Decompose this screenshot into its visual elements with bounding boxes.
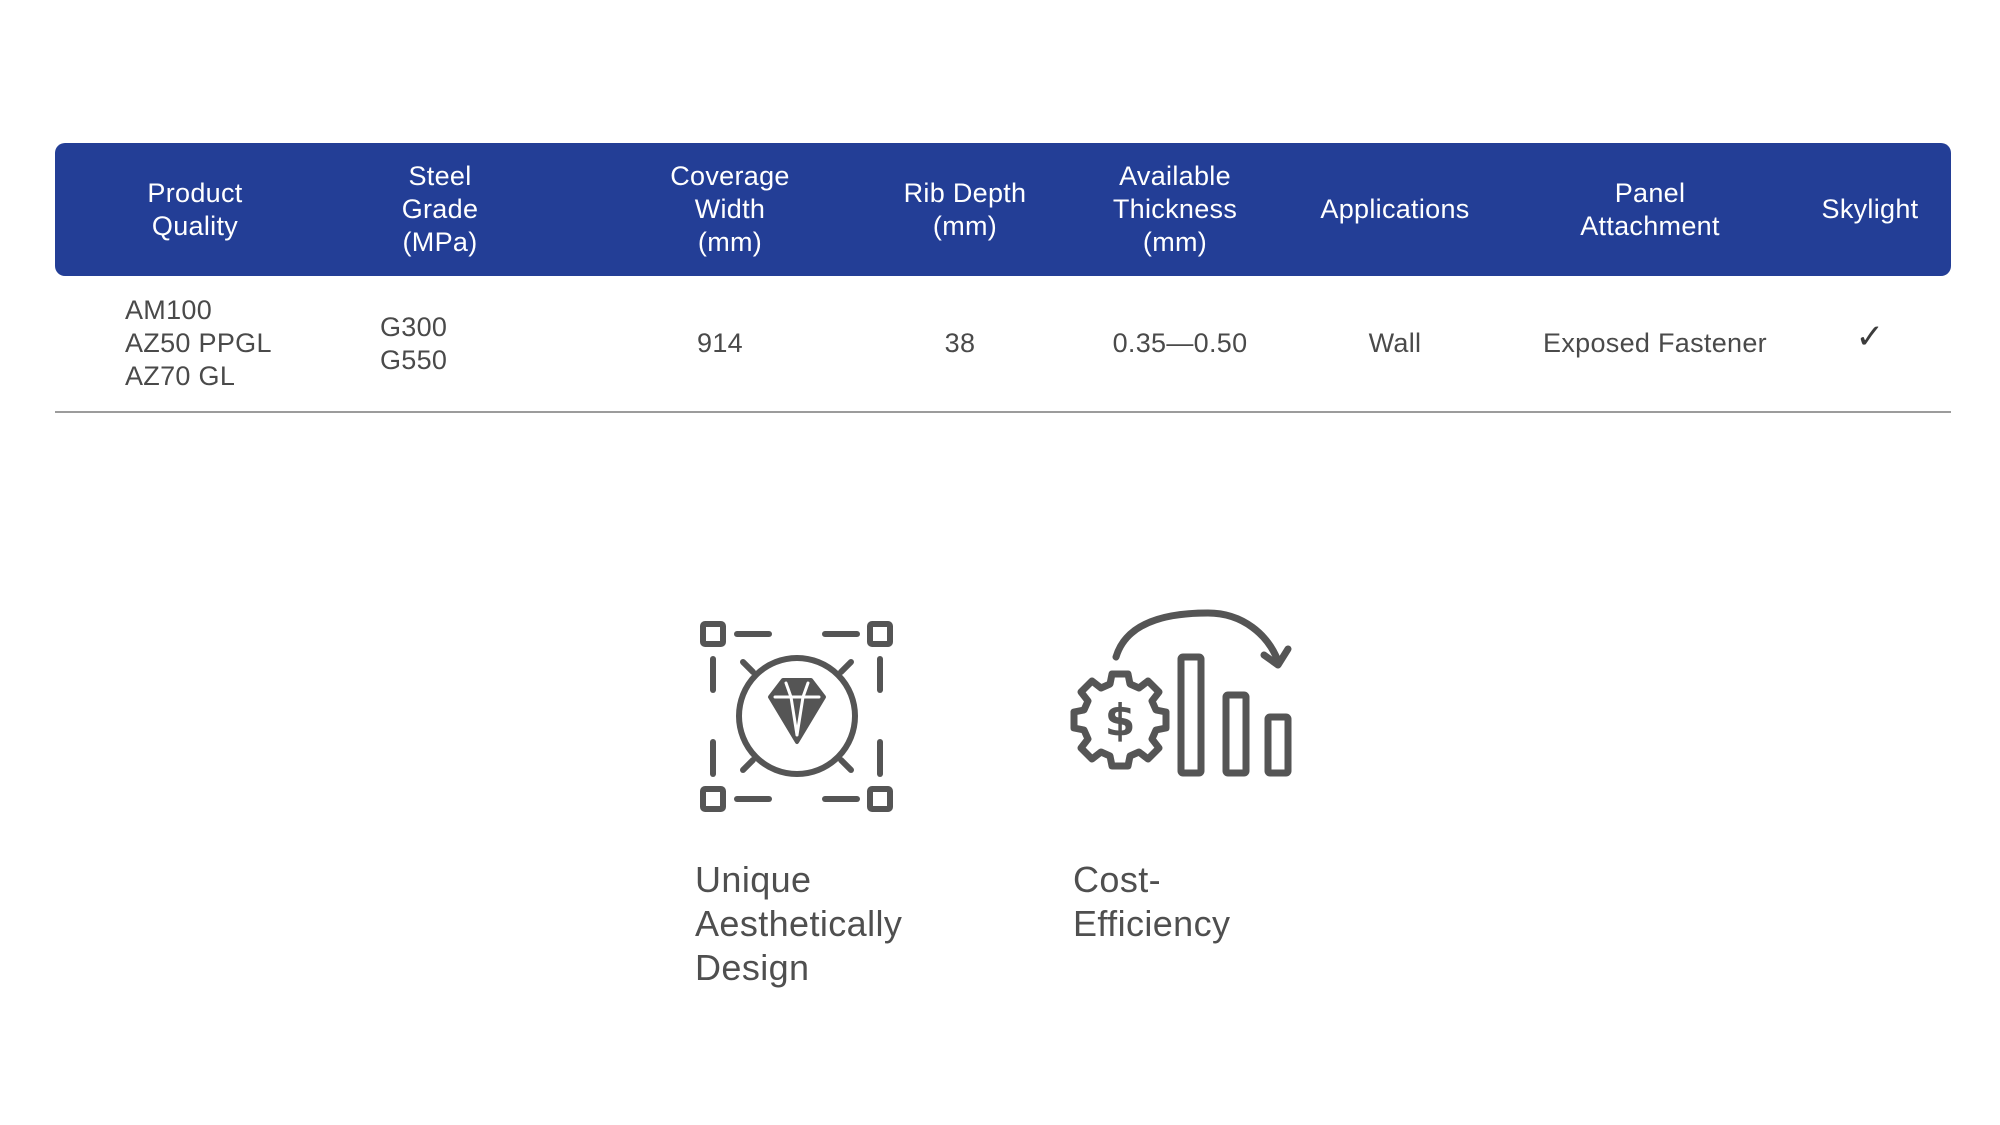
cell-coverage-width: 914 — [697, 328, 743, 358]
table-row: AM100 AZ50 PPGL AZ70 GL G300 G550 914 38… — [55, 276, 1951, 413]
spec-table: Product Quality Steel Grade (MPa) Covera… — [55, 143, 1951, 413]
header-skylight: Skylight — [1821, 194, 1919, 224]
table-header: Product Quality Steel Grade (MPa) Covera… — [55, 143, 1951, 276]
header-steel-grade: Steel Grade (MPa) — [401, 161, 479, 257]
feature-label-cost-efficiency: Cost-Efficiency — [1073, 859, 1231, 944]
cost-efficiency-icon: $ — [1070, 609, 1292, 777]
cell-rib-depth: 38 — [944, 328, 976, 358]
header-coverage-width: Coverage Width (mm) — [670, 161, 790, 257]
header-product-quality: Product Quality — [147, 177, 243, 241]
cell-product-quality: AM100 AZ50 PPGL AZ70 GL — [125, 295, 272, 391]
svg-text:$: $ — [1105, 695, 1136, 746]
feature-label-unique-design: Unique Aesthetically Design — [695, 859, 903, 988]
cell-skylight-check: ✓ — [1855, 317, 1885, 357]
diamond-design-icon — [700, 621, 893, 812]
cell-steel-grade: G300 G550 — [380, 311, 448, 375]
cell-panel-attachment: Exposed Fastener — [1543, 328, 1767, 358]
header-panel-attachment: Panel Attachment — [1580, 177, 1720, 241]
